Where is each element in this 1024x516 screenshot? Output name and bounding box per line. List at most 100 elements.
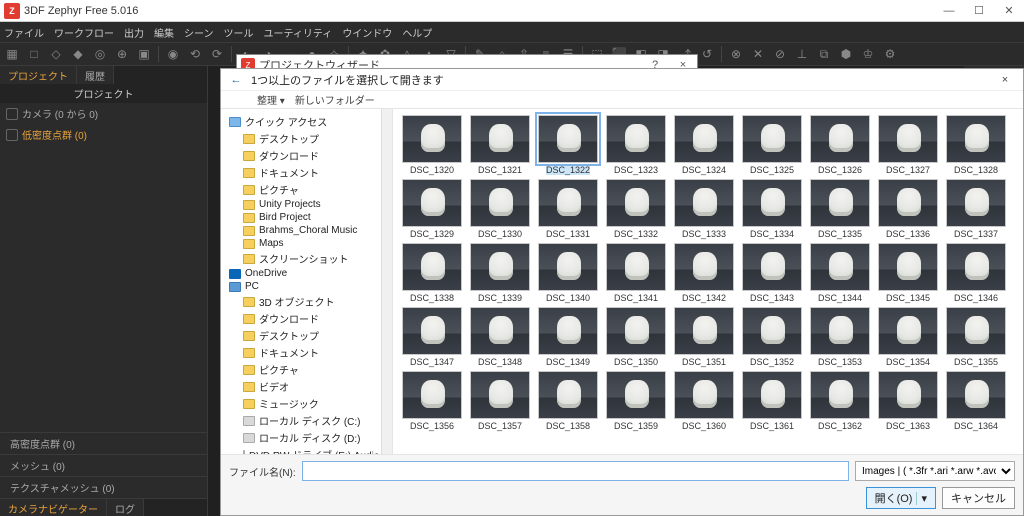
thumbnail[interactable]: DSC_1340 (535, 243, 601, 303)
tree-item[interactable]: PC (227, 280, 390, 293)
toolbar-icon-38[interactable]: ⚙ (882, 46, 898, 62)
tree-item[interactable]: ビデオ (227, 378, 390, 395)
thumbnail[interactable]: DSC_1326 (807, 115, 873, 175)
toolbar-icon-36[interactable]: ⬢ (838, 46, 854, 62)
thumbnail[interactable]: DSC_1331 (535, 179, 601, 239)
toolbar-icon-9[interactable]: ⟳ (209, 46, 225, 62)
tree-item[interactable]: ダウンロード (227, 310, 390, 327)
thumbnail[interactable]: DSC_1321 (467, 115, 533, 175)
thumbnail[interactable]: DSC_1363 (875, 371, 941, 431)
tree-item[interactable]: DVD RW ドライブ (E:) Audio CD (227, 446, 390, 454)
back-icon[interactable]: ← (227, 71, 245, 89)
tab-project[interactable]: プロジェクト (0, 66, 77, 84)
toolbar-icon-1[interactable]: □ (26, 46, 42, 62)
toolbar-icon-6[interactable]: ▣ (136, 46, 152, 62)
menu-1[interactable]: ワークフロー (54, 25, 114, 40)
filename-input[interactable] (302, 461, 849, 481)
thumbnail[interactable]: DSC_1360 (671, 371, 737, 431)
thumbnail[interactable]: DSC_1362 (807, 371, 873, 431)
thumbnail[interactable]: DSC_1352 (739, 307, 805, 367)
thumbnail[interactable]: DSC_1332 (603, 179, 669, 239)
toolbar-icon-8[interactable]: ⟲ (187, 46, 203, 62)
thumbnail[interactable]: DSC_1355 (943, 307, 1009, 367)
thumbnail[interactable]: DSC_1320 (399, 115, 465, 175)
dialog-close-button[interactable]: × (993, 71, 1017, 89)
thumbnail[interactable]: DSC_1336 (875, 179, 941, 239)
tab-log[interactable]: ログ (107, 499, 144, 516)
thumbnail[interactable]: DSC_1322 (535, 115, 601, 175)
toolbar-icon-31[interactable]: ⊗ (728, 46, 744, 62)
tree-item[interactable]: ドキュメント (227, 344, 390, 361)
tree-item[interactable]: Unity Projects (227, 198, 390, 211)
sidebar-bottom-item-2[interactable]: テクスチャメッシュ (0) (0, 476, 207, 498)
thumbnail[interactable]: DSC_1339 (467, 243, 533, 303)
menu-4[interactable]: シーン (184, 25, 214, 40)
toolbar-icon-5[interactable]: ⊕ (114, 46, 130, 62)
tree-item[interactable]: ピクチャ (227, 181, 390, 198)
toolbar-icon-34[interactable]: ⊥ (794, 46, 810, 62)
folder-tree[interactable]: クイック アクセスデスクトップダウンロードドキュメントピクチャUnity Pro… (221, 109, 393, 454)
thumbnail[interactable]: DSC_1325 (739, 115, 805, 175)
menu-7[interactable]: ウインドウ (342, 25, 392, 40)
thumbnail[interactable]: DSC_1350 (603, 307, 669, 367)
file-type-select[interactable]: Images | ( *.3fr *.ari *.arw *.avci (855, 461, 1015, 481)
thumbnail[interactable]: DSC_1354 (875, 307, 941, 367)
thumbnail[interactable]: DSC_1359 (603, 371, 669, 431)
tree-item[interactable]: デスクトップ (227, 327, 390, 344)
tree-item[interactable]: デスクトップ (227, 130, 390, 147)
toolbar-icon-2[interactable]: ◇ (48, 46, 64, 62)
menu-5[interactable]: ツール (224, 25, 254, 40)
organize-menu[interactable]: 整理 ▾ (257, 92, 285, 107)
toolbar-icon-7[interactable]: ◉ (165, 46, 181, 62)
thumbnail[interactable]: DSC_1334 (739, 179, 805, 239)
thumbnail[interactable]: DSC_1357 (467, 371, 533, 431)
menu-2[interactable]: 出力 (124, 25, 144, 40)
tree-item[interactable]: Maps (227, 237, 390, 250)
tree-item[interactable]: クイック アクセス (227, 113, 390, 130)
thumbnail[interactable]: DSC_1361 (739, 371, 805, 431)
thumbnail[interactable]: DSC_1323 (603, 115, 669, 175)
thumbnail[interactable]: DSC_1341 (603, 243, 669, 303)
menu-0[interactable]: ファイル (4, 25, 44, 40)
toolbar-icon-37[interactable]: ♔ (860, 46, 876, 62)
thumbnail[interactable]: DSC_1324 (671, 115, 737, 175)
toolbar-icon-35[interactable]: ⧉ (816, 46, 832, 62)
menu-6[interactable]: ユーティリティ (264, 25, 333, 40)
thumbnail[interactable]: DSC_1351 (671, 307, 737, 367)
thumbnail[interactable]: DSC_1344 (807, 243, 873, 303)
tree-item[interactable]: スクリーンショット (227, 250, 390, 267)
sidebar-bottom-item-0[interactable]: 高密度点群 (0) (0, 432, 207, 454)
toolbar-icon-4[interactable]: ◎ (92, 46, 108, 62)
maximize-button[interactable]: ☐ (964, 0, 994, 22)
newfolder-button[interactable]: 新しいフォルダー (295, 92, 375, 107)
toolbar-icon-30[interactable]: ↺ (699, 46, 715, 62)
toolbar-icon-32[interactable]: ✕ (750, 46, 766, 62)
thumbnail[interactable]: DSC_1330 (467, 179, 533, 239)
tree-item[interactable]: ローカル ディスク (C:) (227, 412, 390, 429)
toolbar-icon-3[interactable]: ◆ (70, 46, 86, 62)
thumbnail[interactable]: DSC_1335 (807, 179, 873, 239)
thumbnail[interactable]: DSC_1337 (943, 179, 1009, 239)
sidebar-item-1[interactable]: 低密度点群 (0) (0, 124, 207, 145)
tree-item[interactable]: Brahms_Choral Music (227, 224, 390, 237)
tree-item[interactable]: ミュージック (227, 395, 390, 412)
thumbnail[interactable]: DSC_1327 (875, 115, 941, 175)
thumbnail[interactable]: DSC_1328 (943, 115, 1009, 175)
thumbnail[interactable]: DSC_1347 (399, 307, 465, 367)
tab-camera-navigator[interactable]: カメラナビゲーター (0, 499, 107, 516)
menu-3[interactable]: 編集 (154, 25, 174, 40)
thumbnail[interactable]: DSC_1338 (399, 243, 465, 303)
thumbnail[interactable]: DSC_1353 (807, 307, 873, 367)
thumbnail[interactable]: DSC_1348 (467, 307, 533, 367)
thumbnail[interactable]: DSC_1333 (671, 179, 737, 239)
sidebar-item-0[interactable]: カメラ (0 から 0) (0, 103, 207, 124)
thumbnail[interactable]: DSC_1346 (943, 243, 1009, 303)
thumbnail[interactable]: DSC_1342 (671, 243, 737, 303)
tree-item[interactable]: OneDrive (227, 267, 390, 280)
thumbnail[interactable]: DSC_1364 (943, 371, 1009, 431)
tree-item[interactable]: ローカル ディスク (D:) (227, 429, 390, 446)
thumbnail[interactable]: DSC_1345 (875, 243, 941, 303)
thumbnail[interactable]: DSC_1349 (535, 307, 601, 367)
tree-item[interactable]: Bird Project (227, 211, 390, 224)
tab-history[interactable]: 履歴 (77, 66, 114, 84)
